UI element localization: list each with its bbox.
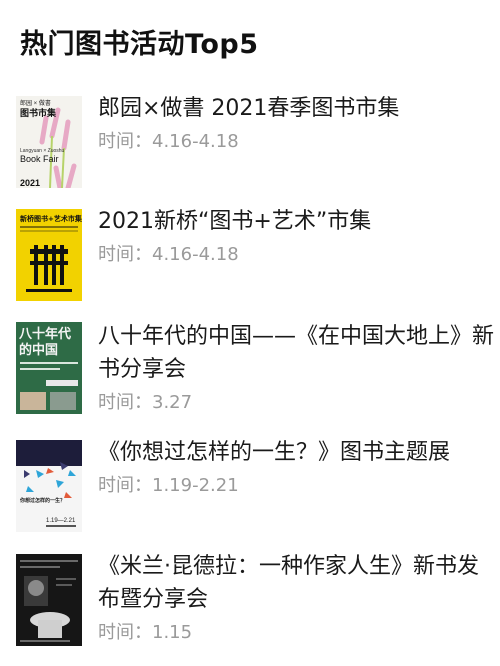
event-cover-1: 郎园 × 做書 图书市集 Langyuan × Zuoshu Book Fair… — [16, 96, 82, 188]
event-time: 时间：4.16-4.18 — [98, 127, 494, 153]
cover-4-heading: 你想过怎样的一生？ — [19, 497, 65, 504]
time-value: 4.16-4.18 — [152, 131, 239, 152]
event-item-5[interactable]: 《米兰·昆德拉：一种作家人生》新书发布暨分享会 时间：1.15 — [0, 550, 500, 650]
time-value: 4.16-4.18 — [152, 244, 239, 265]
cover-3-heading-1: 八十年代 — [18, 326, 71, 342]
event-time: 时间：3.27 — [98, 388, 494, 414]
time-label: 时间： — [98, 475, 152, 496]
event-time: 时间：4.16-4.18 — [98, 240, 494, 266]
cover-1-brand: 郎园 × 做書 — [20, 99, 51, 107]
event-title[interactable]: 八十年代的中国——《在中国大地上》新书分享会 — [98, 320, 494, 386]
time-value: 1.19-2.21 — [152, 475, 239, 496]
time-label: 时间： — [98, 392, 152, 413]
event-item-2[interactable]: 新桥图书+艺术市集 2021新桥“图书+艺术”市集 时间：4.16-4.18 — [0, 205, 500, 305]
event-cover-5 — [16, 554, 82, 646]
time-value: 3.27 — [152, 392, 193, 413]
event-cover-2: 新桥图书+艺术市集 — [16, 209, 82, 301]
time-label: 时间： — [98, 622, 152, 643]
cover-4-date: 1.19—2.21 — [46, 518, 76, 524]
event-item-1[interactable]: 郎园 × 做書 图书市集 Langyuan × Zuoshu Book Fair… — [0, 92, 500, 192]
event-title[interactable]: 郎园×做書 2021春季图书市集 — [98, 92, 494, 125]
event-cover-4: 你想过怎样的一生？ 1.19—2.21 — [16, 440, 82, 532]
cover-1-heading: 图书市集 — [20, 107, 57, 119]
time-value: 1.15 — [152, 622, 193, 643]
cover-1-bookfair: Book Fair — [20, 154, 59, 164]
time-label: 时间： — [98, 244, 152, 265]
event-item-4[interactable]: 你想过怎样的一生？ 1.19—2.21 《你想过怎样的一生？》图书主题展 时间：… — [0, 436, 500, 536]
event-time: 时间：1.15 — [98, 618, 494, 644]
event-time: 时间：1.19-2.21 — [98, 471, 494, 497]
event-title[interactable]: 《米兰·昆德拉：一种作家人生》新书发布暨分享会 — [98, 550, 494, 616]
event-item-3[interactable]: 八十年代 的中国 八十年代的中国——《在中国大地上》新书分享会 时间：3.27 — [0, 320, 500, 420]
event-cover-3: 八十年代 的中国 — [16, 322, 82, 414]
time-label: 时间： — [98, 131, 152, 152]
cover-2-heading: 新桥图书+艺术市集 — [20, 214, 82, 223]
event-title[interactable]: 2021新桥“图书+艺术”市集 — [98, 205, 494, 238]
cover-1-year: 2021 — [20, 178, 40, 188]
cover-3-heading-2: 的中国 — [19, 342, 58, 358]
event-title[interactable]: 《你想过怎样的一生？》图书主题展 — [98, 436, 494, 469]
page-title: 热门图书活动Top5 — [20, 29, 259, 60]
